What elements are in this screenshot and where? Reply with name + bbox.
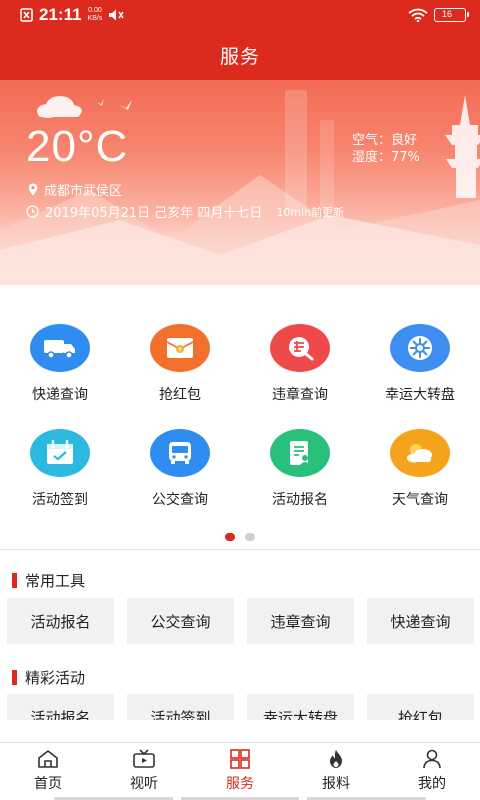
location-pin-icon (28, 183, 38, 196)
service-express[interactable]: 快递查询 (0, 320, 120, 425)
service-row: 快递查询 ¥ 抢红包 违章查询 幸运大转盘 (0, 320, 480, 425)
weather-banner[interactable]: 20°C 空气：良好 湿度：77% 成都市武侯区 2019年05月21日 己亥年… (0, 80, 480, 285)
service-icon-bg (270, 429, 330, 477)
home-icon (38, 750, 58, 768)
tool-chip[interactable]: 快递查询 (367, 598, 474, 644)
service-label: 公交查询 (152, 492, 208, 508)
clock-icon (26, 205, 39, 218)
service-icon-bg (30, 324, 90, 372)
wheel-icon (408, 336, 432, 360)
service-icon-bg (150, 429, 210, 477)
air-quality-info: 空气：良好 湿度：77% (352, 132, 420, 166)
humidity: 湿度：77% (352, 150, 420, 165)
service-grid: 快递查询 ¥ 抢红包 违章查询 幸运大转盘 活动签到 公交查询 活动报名 天气查… (0, 320, 480, 530)
service-label: 天气查询 (392, 492, 448, 508)
battery-indicator: 16 (434, 8, 469, 22)
temperature: 20°C (26, 122, 129, 171)
network-speed: 0.00 KB/s (88, 7, 103, 23)
service-icon-bg (270, 324, 330, 372)
service-label: 幸运大转盘 (385, 387, 455, 403)
nav-report[interactable]: 报料 (288, 743, 384, 800)
service-icon-bg (390, 324, 450, 372)
activities-list: 活动报名 活动签到 幸运大转盘 抢红包 (7, 694, 474, 720)
service-red-envelope[interactable]: ¥ 抢红包 (120, 320, 240, 425)
service-icon-bg (30, 429, 90, 477)
page-title: 服务 (219, 45, 260, 68)
service-label: 抢红包 (159, 387, 201, 403)
tool-chip[interactable]: 违章查询 (247, 598, 354, 644)
service-row: 活动签到 公交查询 活动报名 天气查询 (0, 425, 480, 530)
tools-list: 活动报名 公交查询 违章查询 快递查询 (7, 598, 474, 644)
service-label: 活动报名 (272, 492, 328, 508)
page-dot[interactable] (245, 533, 255, 541)
activities-scroll-area: 活动报名 活动签到 幸运大转盘 抢红包 (0, 690, 480, 720)
section-accent-bar (12, 573, 17, 588)
app-header: 21:11 0.00 KB/s 16 服务 (0, 0, 480, 80)
tv-icon (133, 749, 155, 768)
network-speed-value: 0.00 (88, 7, 102, 14)
weather-cloud-icon (407, 444, 432, 463)
service-label: 违章查询 (272, 387, 328, 403)
section-title-text: 精彩活动 (25, 669, 86, 687)
service-weather[interactable]: 天气查询 (360, 425, 480, 530)
svg-text:¥: ¥ (178, 347, 182, 354)
user-icon (423, 749, 441, 769)
page-indicator (0, 533, 480, 541)
nav-media[interactable]: 视听 (96, 743, 192, 800)
truck-icon (44, 340, 75, 359)
air-quality: 空气：良好 (352, 133, 418, 148)
update-time: 10min前更新 (276, 205, 345, 219)
nav-label: 视听 (130, 776, 158, 792)
nav-label: 报料 (322, 776, 350, 792)
section-title-text: 常用工具 (25, 572, 86, 590)
violation-icon (289, 337, 314, 361)
date-text: 2019年05月21日 己亥年 四月十七日 (45, 206, 263, 221)
bus-icon (169, 442, 191, 464)
bird-icon (118, 100, 132, 110)
bird-icon (96, 99, 104, 106)
nav-label: 首页 (34, 776, 62, 792)
service-icon-bg (390, 429, 450, 477)
date-line: 2019年05月21日 己亥年 四月十七日 10min前更新 (26, 202, 344, 221)
grid-icon (230, 749, 250, 769)
tools-section-title: 常用工具 (12, 570, 85, 591)
fire-icon (330, 750, 342, 768)
cloud-icon (37, 96, 82, 118)
nav-label: 我的 (418, 776, 446, 792)
location-text: 成都市武侯区 (44, 184, 123, 199)
mute-icon (109, 9, 124, 21)
service-signup[interactable]: 活动报名 (240, 425, 360, 530)
no-sim-icon (20, 8, 33, 22)
tool-chip[interactable]: 活动报名 (7, 598, 114, 644)
page-dot-active[interactable] (225, 533, 235, 541)
signup-form-icon (290, 441, 310, 465)
service-bus[interactable]: 公交查询 (120, 425, 240, 530)
bottom-nav: 首页 视听 服务 报料 我的 (0, 742, 480, 800)
service-label: 快递查询 (32, 387, 88, 403)
calendar-check-icon (47, 440, 73, 464)
activity-chip[interactable]: 抢红包 (367, 694, 474, 720)
activity-chip[interactable]: 活动报名 (7, 694, 114, 720)
network-speed-unit: KB/s (87, 15, 103, 22)
nav-services[interactable]: 服务 (192, 743, 288, 800)
nav-label: 服务 (226, 776, 254, 792)
divider (0, 549, 480, 550)
red-envelope-icon: ¥ (166, 338, 194, 358)
service-icon-bg: ¥ (150, 324, 210, 372)
service-label: 活动签到 (32, 492, 88, 508)
status-bar: 21:11 0.00 KB/s 16 (0, 0, 480, 30)
wifi-icon (408, 8, 428, 22)
activity-chip[interactable]: 幸运大转盘 (247, 694, 354, 720)
service-violation[interactable]: 违章查询 (240, 320, 360, 425)
nav-profile[interactable]: 我的 (384, 743, 480, 800)
service-checkin[interactable]: 活动签到 (0, 425, 120, 530)
section-accent-bar (12, 670, 17, 685)
activities-section-title: 精彩活动 (12, 667, 85, 688)
nav-home[interactable]: 首页 (0, 743, 96, 800)
service-lucky-wheel[interactable]: 幸运大转盘 (360, 320, 480, 425)
location-line: 成都市武侯区 (28, 180, 122, 199)
status-time: 21:11 (39, 5, 82, 24)
activity-chip[interactable]: 活动签到 (127, 694, 234, 720)
tool-chip[interactable]: 公交查询 (127, 598, 234, 644)
